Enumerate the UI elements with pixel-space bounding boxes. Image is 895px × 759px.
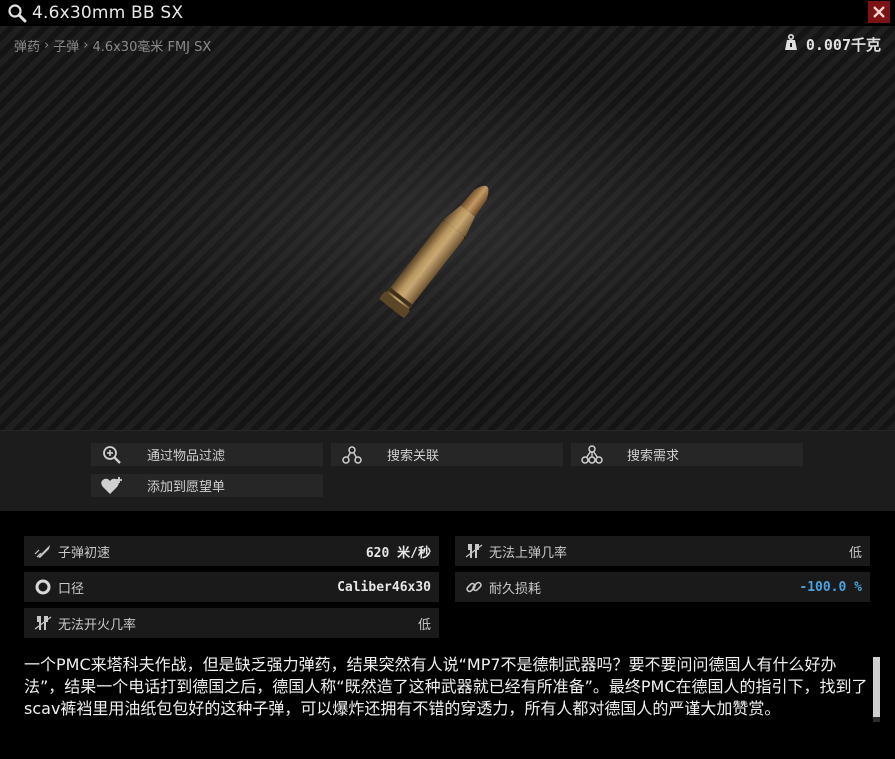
magnifier-icon (4, 0, 30, 26)
weight-icon (782, 33, 800, 55)
breadcrumb-separator: › (44, 38, 50, 53)
stat-durability-burn-value: -100.0 % (799, 579, 862, 595)
stat-velocity: 子弹初速 620 米/秒 (24, 536, 439, 566)
stat-feed-failure-value: 低 (848, 545, 862, 561)
linked-search-button[interactable]: 搜索关联 (331, 443, 563, 466)
add-to-wishlist-button[interactable]: 添加到愿望单 (91, 474, 323, 497)
required-nodes-icon (579, 443, 605, 466)
stat-misfire-value: 低 (417, 617, 431, 633)
stat-durability-burn-label: 耐久损耗 (489, 581, 542, 597)
heart-plus-icon (99, 474, 125, 497)
required-search-label: 搜索需求 (627, 449, 680, 464)
stat-caliber-label: 口径 (58, 581, 85, 597)
caliber-ring-icon (30, 572, 56, 602)
stat-feed-failure: 无法上弹几率 低 (455, 536, 870, 566)
item-description-text: 一个PMC来塔科夫作战，但是缺乏强力弹药，结果突然有人说“MP7不是德制武器吗？… (24, 656, 868, 718)
filter-by-item-button[interactable]: 通过物品过滤 (91, 443, 323, 466)
item-actions-panel: 通过物品过滤 搜索关联 搜索需求 添加到愿望单 (0, 431, 895, 511)
add-to-wishlist-label: 添加到愿望单 (147, 480, 226, 495)
required-search-button[interactable]: 搜索需求 (571, 443, 803, 466)
close-x-icon (873, 6, 885, 18)
window-title: 4.6x30mm BB SX (32, 3, 184, 23)
breadcrumb-item-rounds[interactable]: 子弹 (53, 36, 79, 55)
breadcrumb-item-ammo[interactable]: 弹药 (14, 36, 40, 55)
misfire-icon (30, 608, 56, 638)
velocity-icon (30, 536, 56, 566)
window-titlebar: 4.6x30mm BB SX (0, 0, 895, 26)
linked-nodes-icon (339, 443, 365, 466)
item-stats-panel: 子弹初速 620 米/秒 口径 Caliber46x30 无法开火几率 低 无法… (0, 511, 895, 647)
breadcrumb-item-current: 4.6x30毫米 FMJ SX (92, 40, 212, 55)
bullet-cartridge-image (370, 156, 510, 340)
zoom-filter-icon (99, 443, 125, 466)
breadcrumb: 弹药 › 子弹 › 4.6x30毫米 FMJ SX (14, 36, 211, 55)
filter-by-item-label: 通过物品过滤 (147, 449, 226, 464)
stat-feed-failure-label: 无法上弹几率 (489, 545, 568, 561)
stat-caliber: 口径 Caliber46x30 (24, 572, 439, 602)
stat-misfire-label: 无法开火几率 (58, 617, 137, 633)
stat-misfire: 无法开火几率 低 (24, 608, 439, 638)
item-description: 一个PMC来塔科夫作战，但是缺乏强力弹药，结果突然有人说“MP7不是德制武器吗？… (24, 656, 869, 722)
stat-durability-burn: 耐久损耗 -100.0 % (455, 572, 870, 602)
item-weight: 0.007千克 (782, 33, 881, 55)
stat-caliber-value: Caliber46x30 (337, 579, 431, 595)
description-scrollbar-thumb[interactable] (873, 657, 880, 717)
item-preview-panel: 弹药 › 子弹 › 4.6x30毫米 FMJ SX 0.007千克 (0, 26, 895, 431)
breadcrumb-separator: › (83, 38, 89, 53)
chain-link-icon (461, 572, 487, 602)
linked-search-label: 搜索关联 (387, 449, 440, 464)
weight-value: 0.007千克 (805, 35, 881, 54)
stat-velocity-value: 620 米/秒 (365, 545, 431, 561)
stat-velocity-label: 子弹初速 (58, 545, 111, 561)
close-button[interactable] (868, 1, 890, 23)
misfeed-icon (461, 536, 487, 566)
